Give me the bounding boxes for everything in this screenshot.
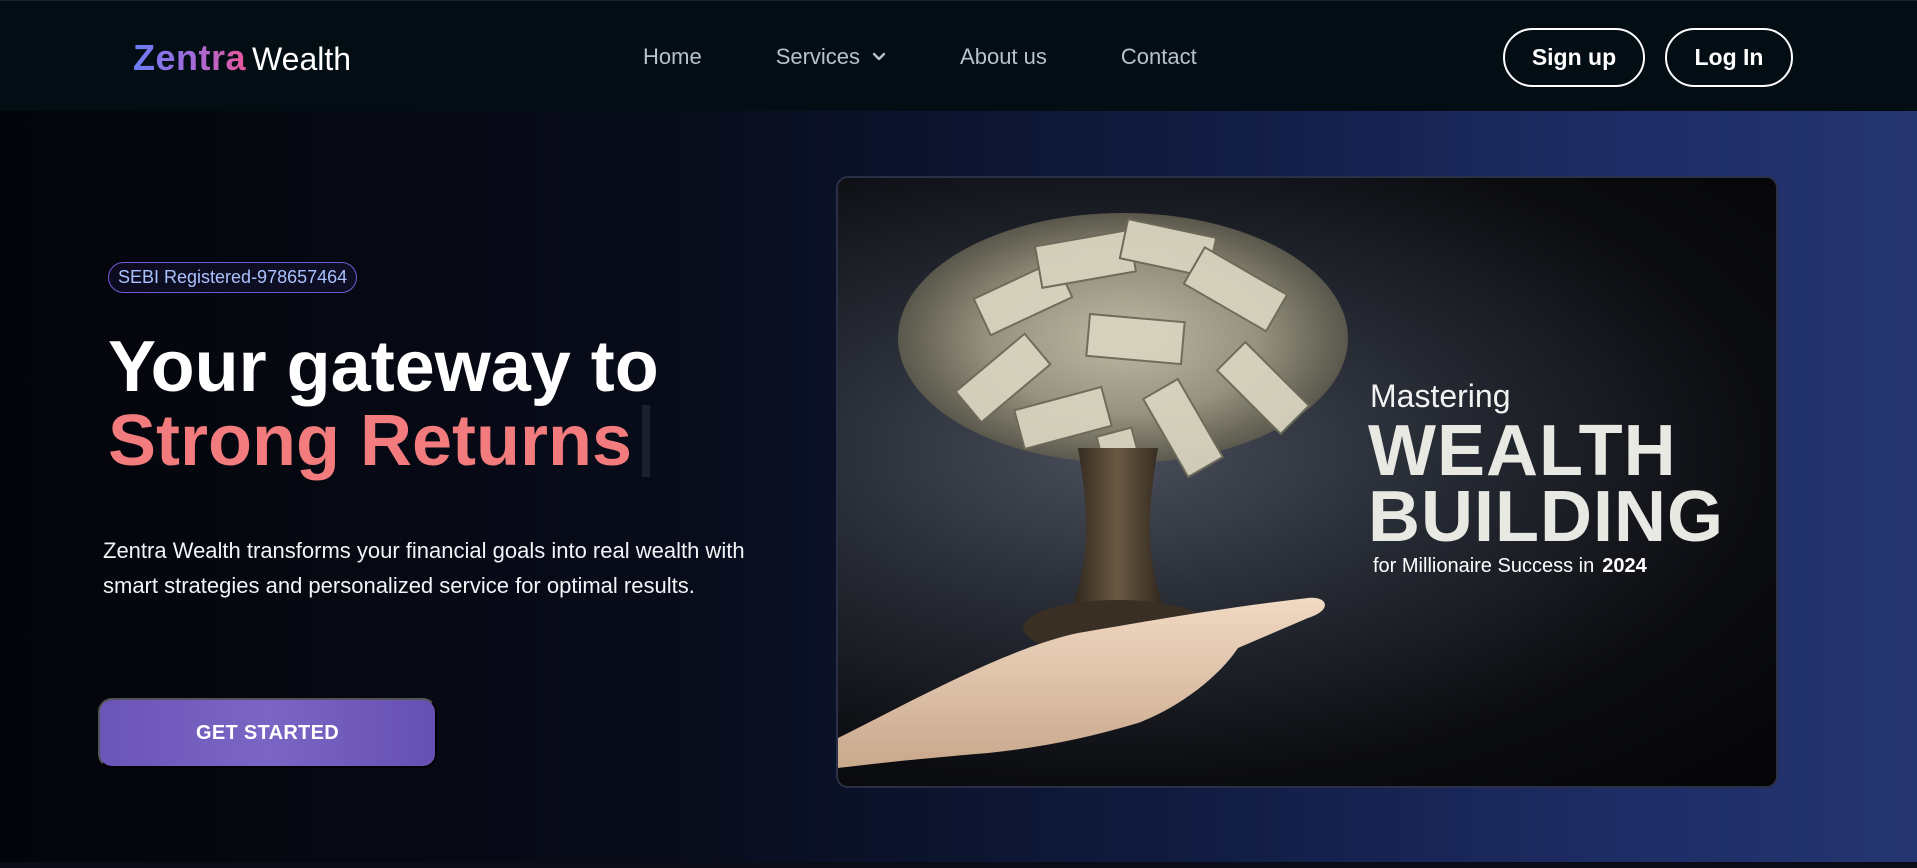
hero-bottom-edge (0, 862, 1917, 868)
signup-button[interactable]: Sign up (1503, 28, 1645, 87)
hero-headline: Your gateway to Strong Returns (108, 330, 659, 478)
typing-caret (642, 405, 651, 477)
promo-year: 2024 (1602, 555, 1647, 577)
promo-title-building: BUILDING (1368, 477, 1724, 557)
hero-headline-line1: Your gateway to (108, 327, 659, 407)
nav-contact[interactable]: Contact (1121, 44, 1197, 70)
promo-title-mastering: Mastering (1370, 378, 1511, 414)
sebi-registration-badge: SEBI Registered-978657464 (108, 262, 358, 293)
promo-image: Mastering WEALTH BUILDING for Millionair… (836, 176, 1778, 788)
nav-about-us[interactable]: About us (960, 44, 1047, 70)
promo-title-main: WEALTH BUILDING (1368, 415, 1724, 553)
navbar: Zentra Wealth Home Services About us Con… (0, 0, 1917, 111)
get-started-button[interactable]: GET STARTED (98, 698, 437, 768)
nav-home[interactable]: Home (643, 44, 702, 70)
chevron-down-icon (872, 52, 886, 60)
promo-subtitle: for Millionaire Success in 2024 (1373, 555, 1647, 578)
main-nav: Home Services About us Contact (643, 1, 1197, 112)
hero-description: Zentra Wealth transforms your financial … (103, 538, 745, 598)
nav-services-label: Services (775, 43, 861, 69)
nav-services[interactable]: Services (776, 44, 886, 70)
promo-subtitle-text: for Millionaire Success in (1373, 555, 1595, 577)
brand-name-primary: Zentra (133, 37, 247, 78)
login-button[interactable]: Log In (1665, 28, 1793, 87)
brand-name-secondary: Wealth (252, 41, 352, 77)
hero-headline-line2: Strong Returns (108, 401, 633, 481)
brand-logo[interactable]: Zentra Wealth (133, 37, 351, 80)
